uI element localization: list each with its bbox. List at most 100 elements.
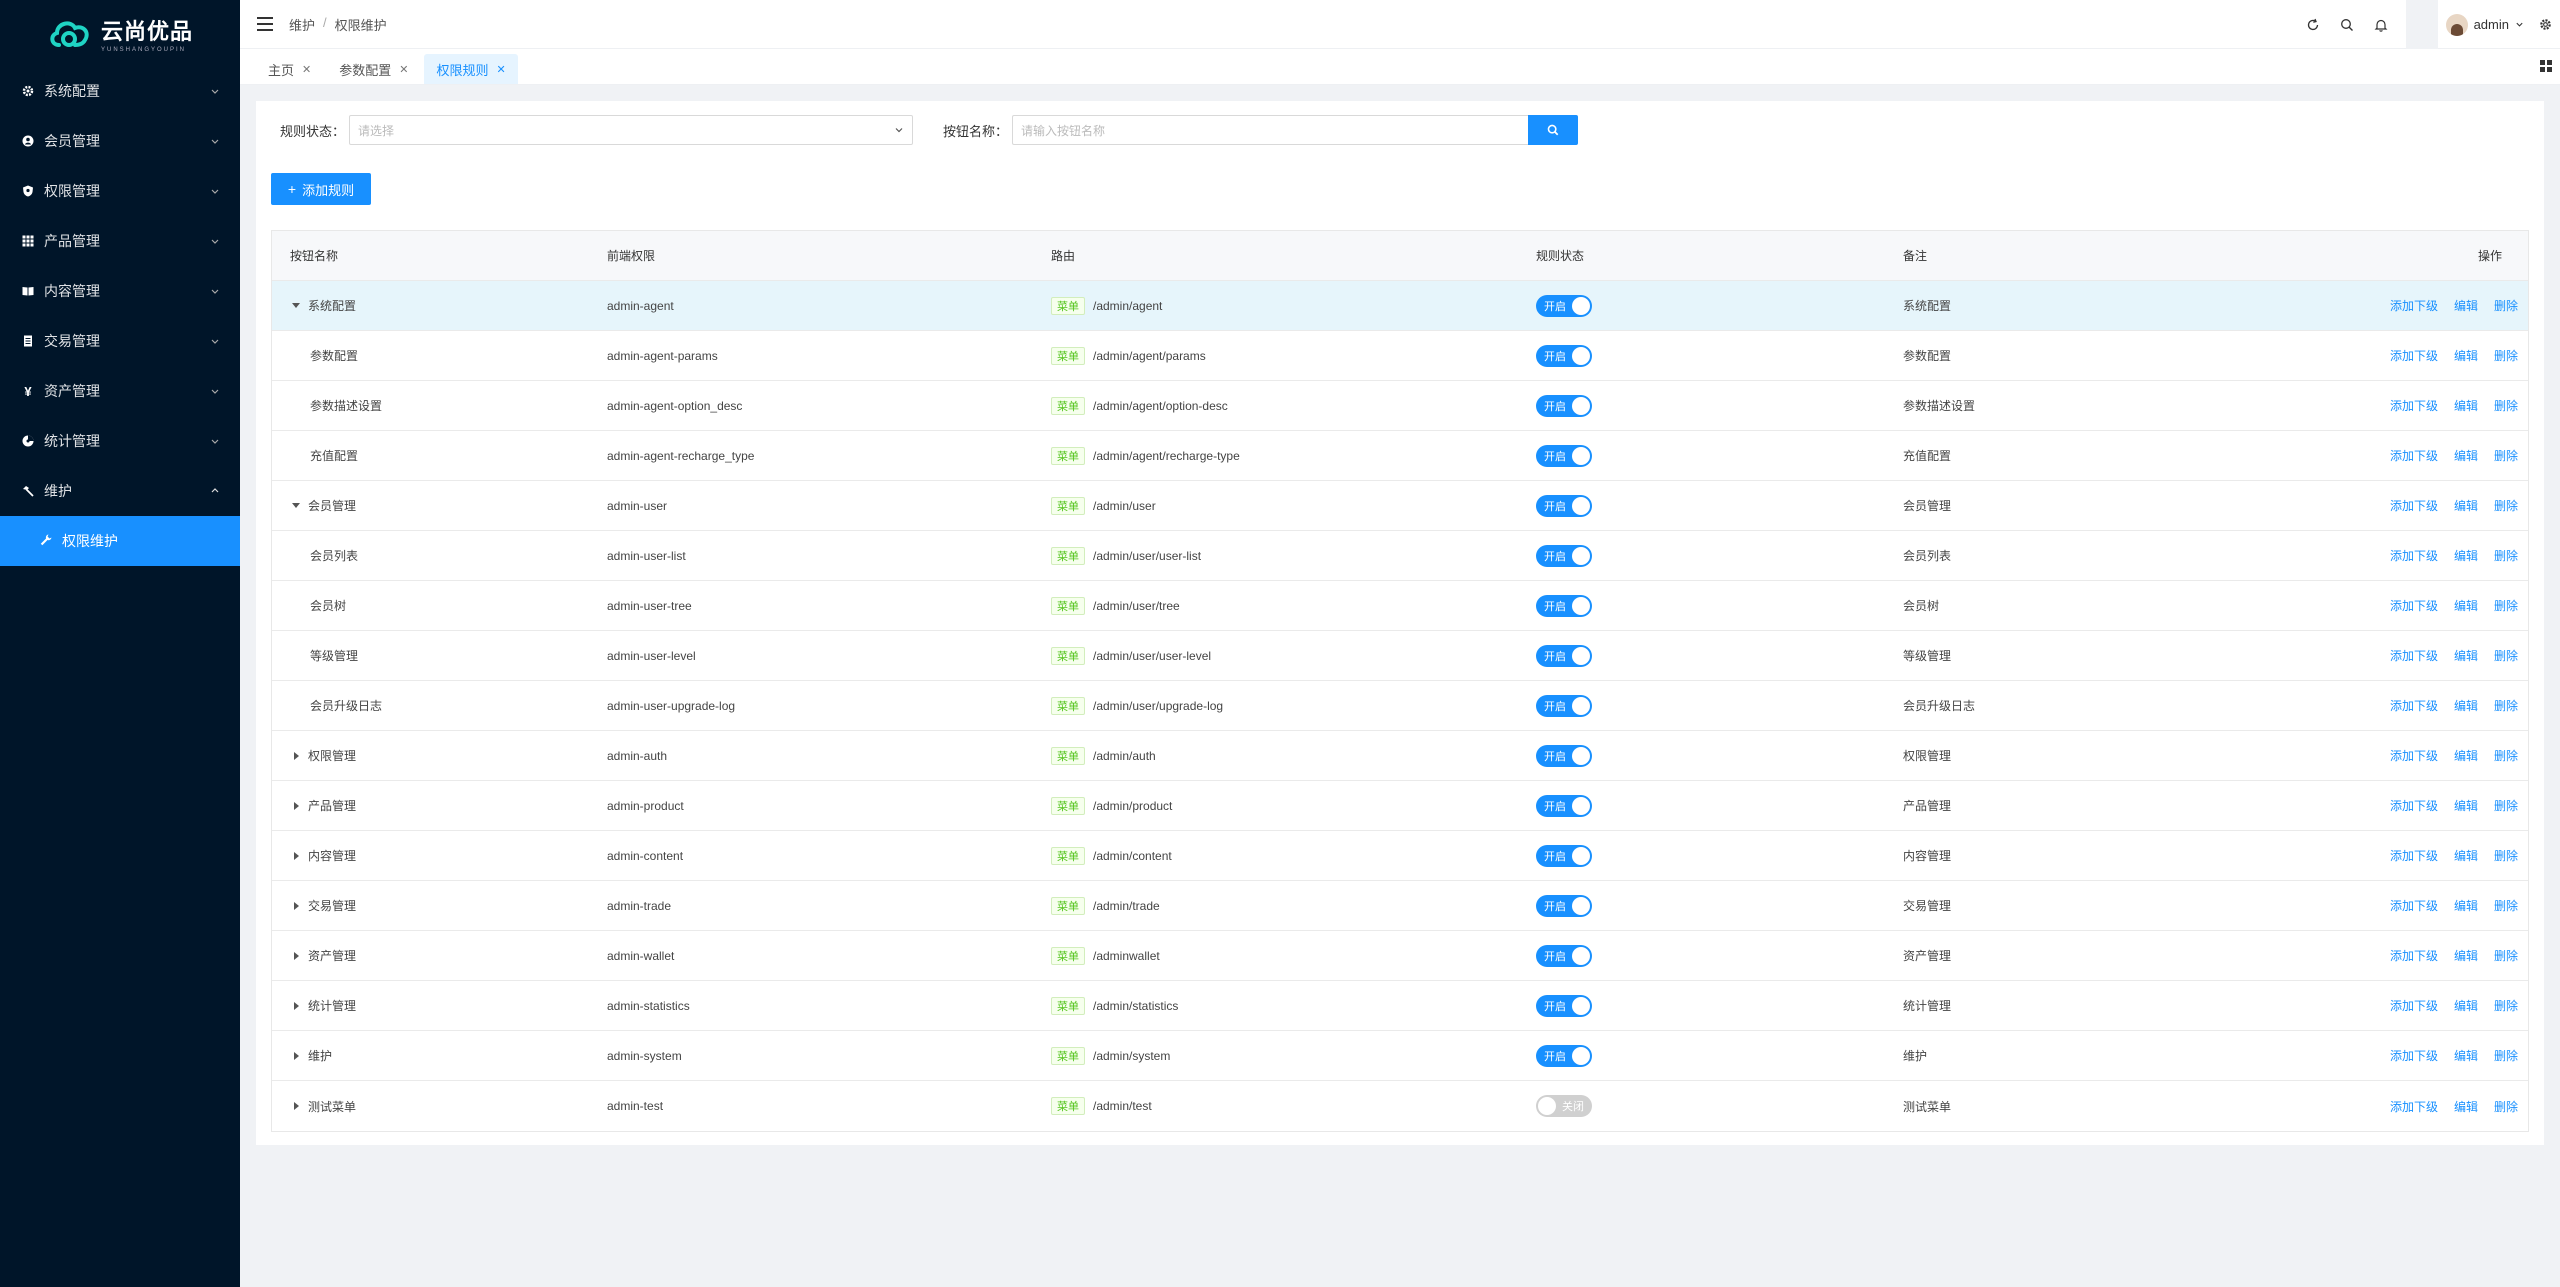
add-child-link[interactable]: 添加下级 — [2390, 797, 2438, 814]
search-icon[interactable] — [2330, 0, 2364, 49]
add-child-link[interactable]: 添加下级 — [2390, 497, 2438, 514]
status-toggle[interactable]: 开启 — [1536, 594, 1592, 617]
status-toggle[interactable]: 开启 — [1536, 1044, 1592, 1067]
close-icon[interactable]: ✕ — [399, 63, 408, 76]
breadcrumb-item[interactable]: 维护 — [289, 15, 315, 34]
collapse-caret-icon[interactable] — [290, 751, 302, 760]
edit-link[interactable]: 编辑 — [2454, 447, 2478, 464]
delete-link[interactable]: 删除 — [2494, 1098, 2518, 1115]
menu-toggle-icon[interactable] — [257, 17, 273, 31]
add-child-link[interactable]: 添加下级 — [2390, 1047, 2438, 1064]
sidebar-item-content[interactable]: 内容管理 — [0, 266, 240, 316]
edit-link[interactable]: 编辑 — [2454, 297, 2478, 314]
collapse-caret-icon[interactable] — [290, 951, 302, 960]
add-child-link[interactable]: 添加下级 — [2390, 297, 2438, 314]
collapse-caret-icon[interactable] — [290, 851, 302, 860]
search-button[interactable] — [1528, 115, 1579, 145]
sidebar-item-statistics[interactable]: 统计管理 — [0, 416, 240, 466]
name-search-input[interactable]: 请输入按钮名称 — [1012, 115, 1529, 145]
add-child-link[interactable]: 添加下级 — [2390, 447, 2438, 464]
sidebar-item-product[interactable]: 产品管理 — [0, 216, 240, 266]
delete-link[interactable]: 删除 — [2494, 847, 2518, 864]
add-child-link[interactable]: 添加下级 — [2390, 997, 2438, 1014]
add-child-link[interactable]: 添加下级 — [2390, 847, 2438, 864]
status-toggle[interactable]: 开启 — [1536, 944, 1592, 967]
close-icon[interactable]: ✕ — [302, 63, 311, 76]
status-toggle[interactable]: 开启 — [1536, 544, 1592, 567]
add-child-link[interactable]: 添加下级 — [2390, 647, 2438, 664]
tab-param-config[interactable]: 参数配置 ✕ — [327, 54, 420, 84]
status-toggle[interactable]: 开启 — [1536, 444, 1592, 467]
tabs-menu-icon[interactable] — [2540, 60, 2552, 72]
status-toggle[interactable]: 开启 — [1536, 844, 1592, 867]
delete-link[interactable]: 删除 — [2494, 997, 2518, 1014]
edit-link[interactable]: 编辑 — [2454, 347, 2478, 364]
edit-link[interactable]: 编辑 — [2454, 747, 2478, 764]
add-child-link[interactable]: 添加下级 — [2390, 897, 2438, 914]
sidebar-item-system-config[interactable]: 系统配置 — [0, 66, 240, 116]
delete-link[interactable]: 删除 — [2494, 797, 2518, 814]
delete-link[interactable]: 删除 — [2494, 897, 2518, 914]
delete-link[interactable]: 删除 — [2494, 447, 2518, 464]
delete-link[interactable]: 删除 — [2494, 647, 2518, 664]
expand-caret-icon[interactable] — [290, 503, 302, 508]
sidebar-item-asset[interactable]: ¥ 资产管理 — [0, 366, 240, 416]
edit-link[interactable]: 编辑 — [2454, 497, 2478, 514]
edit-link[interactable]: 编辑 — [2454, 897, 2478, 914]
status-toggle[interactable]: 开启 — [1536, 294, 1592, 317]
sidebar-item-permission[interactable]: 权限管理 — [0, 166, 240, 216]
status-toggle[interactable]: 开启 — [1536, 694, 1592, 717]
add-child-link[interactable]: 添加下级 — [2390, 347, 2438, 364]
add-child-link[interactable]: 添加下级 — [2390, 597, 2438, 614]
collapse-caret-icon[interactable] — [290, 901, 302, 910]
add-child-link[interactable]: 添加下级 — [2390, 397, 2438, 414]
tab-home[interactable]: 主页 ✕ — [256, 54, 323, 84]
delete-link[interactable]: 删除 — [2494, 697, 2518, 714]
status-toggle[interactable]: 开启 — [1536, 344, 1592, 367]
delete-link[interactable]: 删除 — [2494, 747, 2518, 764]
delete-link[interactable]: 删除 — [2494, 297, 2518, 314]
edit-link[interactable]: 编辑 — [2454, 947, 2478, 964]
user-menu[interactable]: admin — [2445, 13, 2530, 36]
delete-link[interactable]: 删除 — [2494, 947, 2518, 964]
status-select[interactable]: 请选择 — [349, 115, 914, 145]
delete-link[interactable]: 删除 — [2494, 397, 2518, 414]
status-toggle[interactable]: 关闭 — [1536, 1095, 1592, 1117]
edit-link[interactable]: 编辑 — [2454, 697, 2478, 714]
sidebar-item-trade[interactable]: 交易管理 — [0, 316, 240, 366]
edit-link[interactable]: 编辑 — [2454, 547, 2478, 564]
edit-link[interactable]: 编辑 — [2454, 647, 2478, 664]
collapse-caret-icon[interactable] — [290, 1102, 302, 1110]
edit-link[interactable]: 编辑 — [2454, 1047, 2478, 1064]
collapse-caret-icon[interactable] — [290, 1051, 302, 1060]
add-rule-button[interactable]: + 添加规则 — [271, 173, 371, 205]
delete-link[interactable]: 删除 — [2494, 597, 2518, 614]
status-toggle[interactable]: 开启 — [1536, 394, 1592, 417]
add-child-link[interactable]: 添加下级 — [2390, 747, 2438, 764]
collapse-caret-icon[interactable] — [290, 1001, 302, 1010]
edit-link[interactable]: 编辑 — [2454, 847, 2478, 864]
edit-link[interactable]: 编辑 — [2454, 797, 2478, 814]
edit-link[interactable]: 编辑 — [2454, 397, 2478, 414]
edit-link[interactable]: 编辑 — [2454, 1098, 2478, 1115]
status-toggle[interactable]: 开启 — [1536, 744, 1592, 767]
edit-link[interactable]: 编辑 — [2454, 997, 2478, 1014]
delete-link[interactable]: 删除 — [2494, 497, 2518, 514]
edit-link[interactable]: 编辑 — [2454, 597, 2478, 614]
collapse-caret-icon[interactable] — [290, 801, 302, 810]
sidebar-item-maintenance[interactable]: 维护 — [0, 466, 240, 516]
gear-icon[interactable] — [2530, 0, 2560, 49]
add-child-link[interactable]: 添加下级 — [2390, 1098, 2438, 1115]
delete-link[interactable]: 删除 — [2494, 547, 2518, 564]
delete-link[interactable]: 删除 — [2494, 1047, 2518, 1064]
add-child-link[interactable]: 添加下级 — [2390, 697, 2438, 714]
expand-caret-icon[interactable] — [290, 303, 302, 308]
status-toggle[interactable]: 开启 — [1536, 644, 1592, 667]
add-child-link[interactable]: 添加下级 — [2390, 947, 2438, 964]
refresh-icon[interactable] — [2296, 0, 2330, 49]
status-toggle[interactable]: 开启 — [1536, 794, 1592, 817]
sidebar-item-member[interactable]: 会员管理 — [0, 116, 240, 166]
close-icon[interactable]: ✕ — [496, 63, 505, 76]
delete-link[interactable]: 删除 — [2494, 347, 2518, 364]
status-toggle[interactable]: 开启 — [1536, 494, 1592, 517]
